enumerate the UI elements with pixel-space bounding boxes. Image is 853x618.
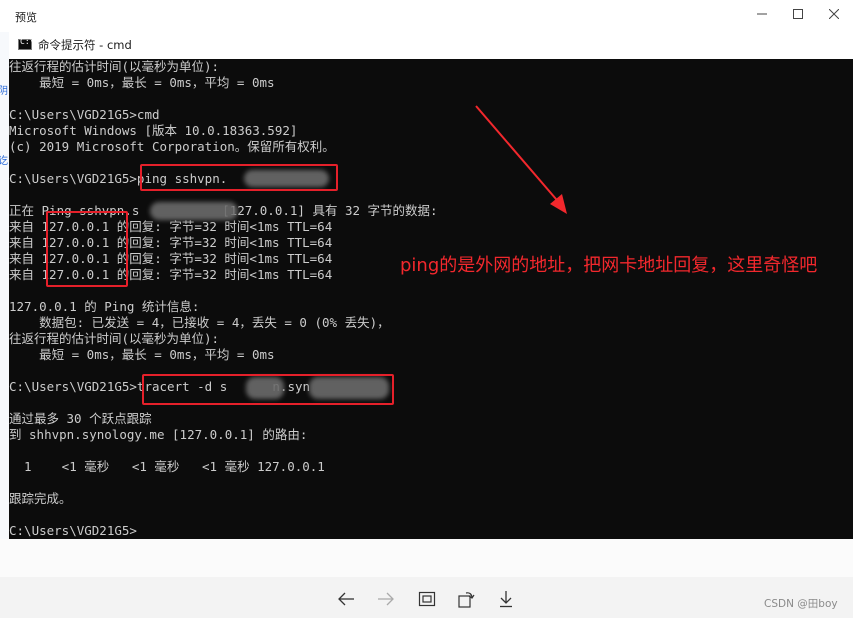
minimize-icon[interactable] [745, 0, 779, 28]
cmd-window-title: 命令提示符 - cmd [38, 38, 132, 52]
watermark: CSDN @田boy [764, 598, 838, 610]
console-line: 127.0.0.1 的 Ping 统计信息: [9, 299, 200, 314]
cmd-icon-text: C:\ [20, 37, 35, 46]
preview-window-title: 预览 [15, 11, 37, 24]
clipped-text: 讫 [0, 156, 8, 167]
maximize-icon[interactable] [781, 0, 815, 28]
console-line: 最短 = 0ms，最长 = 0ms，平均 = 0ms [9, 347, 275, 362]
highlight-ping-command [140, 164, 338, 191]
console-line: 到 shhvpn.synology.me [127.0.0.1] 的路由: [9, 427, 308, 442]
back-arrow-icon[interactable] [335, 588, 357, 610]
highlight-tracert-command [142, 374, 394, 405]
cmd-window-titlebar: C:\ 命令提示符 - cmd [9, 32, 853, 59]
clipped-text: 阴 [0, 86, 8, 97]
close-icon[interactable] [817, 0, 851, 28]
console-line: 1 <1 毫秒 <1 毫秒 <1 毫秒 127.0.0.1 [9, 459, 325, 474]
background-document-strip: 阴 讫 [0, 32, 9, 542]
console-line: 通过最多 30 个跃点跟踪 [9, 411, 152, 426]
viewer-strip [0, 539, 853, 577]
console-line: 最短 = 0ms，最长 = 0ms，平均 = 0ms [9, 75, 275, 90]
console-line: C:\Users\VGD21G5>cmd [9, 107, 160, 122]
console-line: 数据包: 已发送 = 4，已接收 = 4，丢失 = 0 (0% 丢失)， [9, 315, 390, 330]
download-icon[interactable] [495, 588, 517, 610]
forward-arrow-icon[interactable] [375, 588, 397, 610]
console-output[interactable]: 往返行程的估计时间(以毫秒为单位): 最短 = 0ms，最长 = 0ms，平均 … [9, 59, 853, 539]
console-line: 往返行程的估计时间(以毫秒为单位): [9, 331, 220, 346]
annotation-arrow-icon [475, 105, 567, 214]
console-line: 往返行程的估计时间(以毫秒为单位): [9, 59, 220, 74]
preview-titlebar: 预览 [0, 0, 853, 32]
console-line: C:\Users\VGD21G5> [9, 523, 137, 538]
rotate-icon[interactable] [455, 588, 477, 610]
redacted-hostname [150, 202, 238, 220]
console-line: (c) 2019 Microsoft Corporation。保留所有权利。 [9, 139, 335, 154]
console-line: 跟踪完成。 [9, 491, 72, 506]
console-line: Microsoft Windows [版本 10.0.18363.592] [9, 123, 298, 138]
highlight-reply-addresses [46, 211, 128, 287]
annotation-text: ping的是外网的地址，把网卡地址回复，这里奇怪吧 [400, 255, 818, 276]
fit-screen-icon[interactable] [416, 588, 438, 610]
cmd-icon: C:\ [18, 37, 35, 50]
